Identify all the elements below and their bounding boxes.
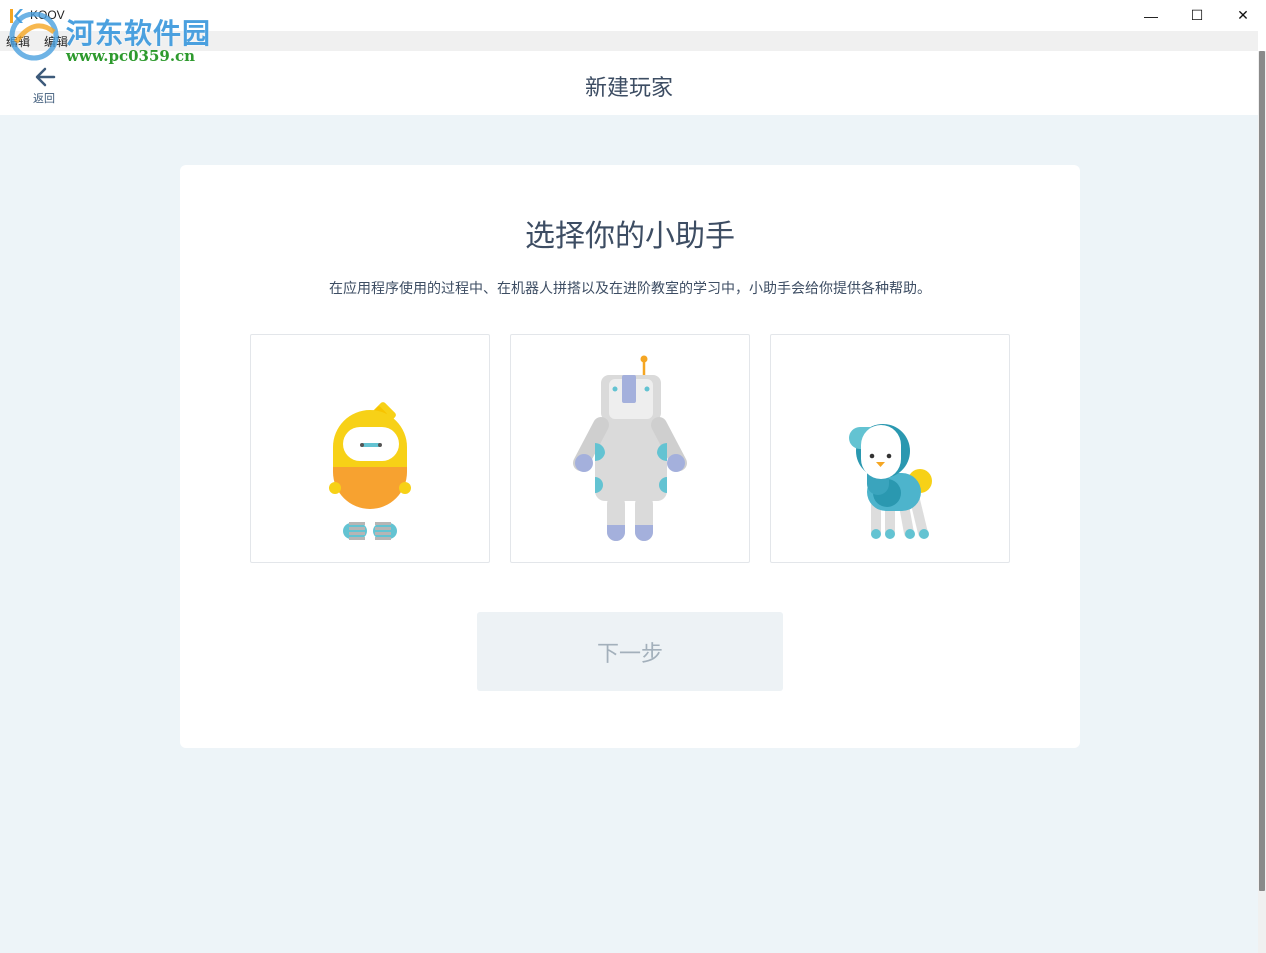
blue-animal-helper-icon: [849, 424, 932, 539]
white-robot-helper-icon: [573, 355, 687, 541]
page-title: 新建玩家: [584, 75, 673, 100]
close-icon: ✕: [1237, 7, 1249, 23]
helper-option-yellow-robot[interactable]: [250, 334, 490, 563]
close-button[interactable]: ✕: [1220, 0, 1266, 31]
next-step-button[interactable]: 下一步: [477, 612, 783, 691]
helper-option-blue-animal[interactable]: [770, 334, 1010, 563]
maximize-button[interactable]: ☐: [1174, 0, 1220, 31]
maximize-icon: ☐: [1190, 7, 1204, 23]
watermark-url: www.pc0359.cn: [66, 47, 196, 65]
watermark-title: 河东软件园: [66, 17, 212, 50]
card-heading: 选择你的小助手: [525, 220, 735, 253]
watermark-logo-icon: [9, 12, 59, 61]
scrollbar-thumb[interactable]: [1259, 51, 1265, 891]
yellow-robot-helper-icon: [329, 402, 411, 540]
minimize-icon: —: [1144, 7, 1158, 24]
helper-option-white-robot[interactable]: [510, 334, 750, 563]
card-description: 在应用程序使用的过程中、在机器人拼搭以及在进阶教室的学习中，小助手会给你提供各种…: [329, 280, 931, 296]
minimize-button[interactable]: —: [1128, 0, 1174, 31]
next-step-label: 下一步: [596, 640, 663, 666]
